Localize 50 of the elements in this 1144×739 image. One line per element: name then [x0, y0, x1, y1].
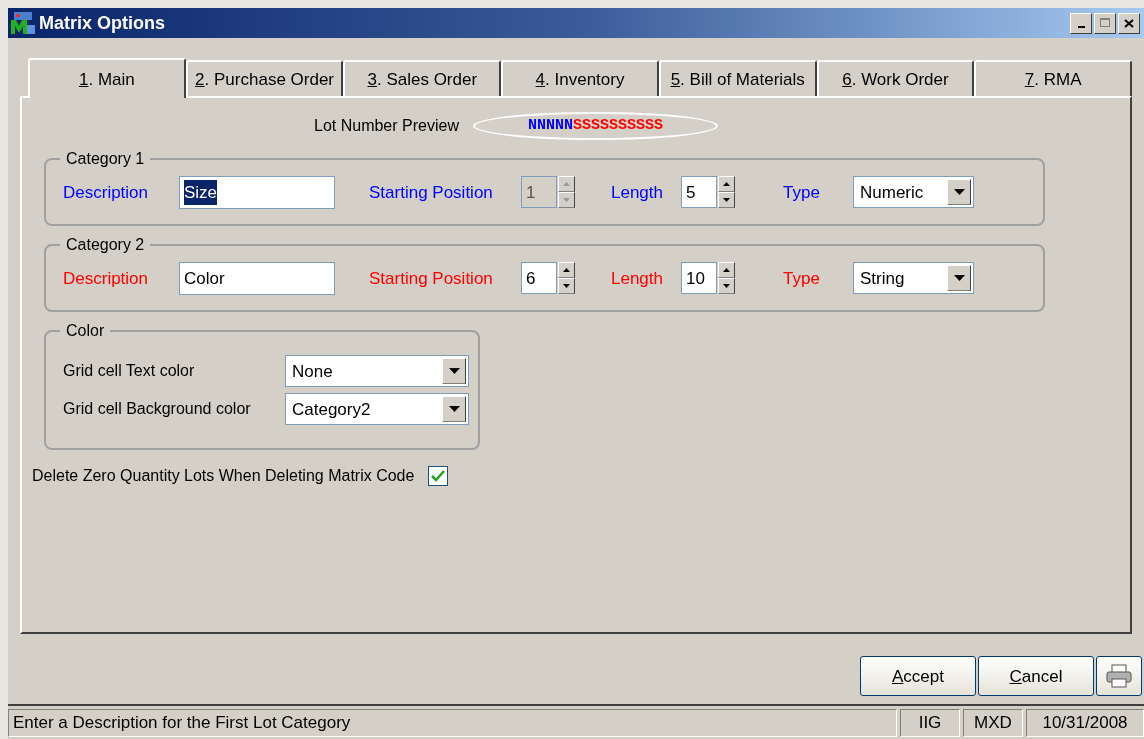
status-message: Enter a Description for the First Lot Category [8, 709, 897, 737]
maximize-button[interactable] [1094, 12, 1116, 34]
print-button[interactable] [1096, 656, 1142, 697]
dialog-button[interactable]: Cancel [978, 656, 1094, 697]
maximize-icon [1099, 18, 1111, 29]
close-button[interactable] [1118, 12, 1140, 34]
number-field[interactable]: 6 [521, 262, 557, 295]
field-label: Length [611, 267, 664, 290]
spin-buttons[interactable] [558, 262, 575, 295]
app-icon [10, 11, 36, 36]
dropdown[interactable]: None [285, 355, 469, 388]
tab[interactable]: 2. Purchase Order [185, 60, 344, 97]
field-label: Type [783, 181, 821, 204]
printer-icon [1106, 664, 1132, 689]
field-label: Length [611, 181, 664, 204]
field-label: Starting Position [369, 267, 494, 290]
close-icon [1124, 18, 1134, 28]
spin-buttons[interactable] [718, 176, 735, 209]
lot-number-preview: NNNNNSSSSSSSSSS [472, 112, 718, 141]
dropdown[interactable]: Category2 [285, 393, 469, 426]
tab[interactable]: 5. Bill of Materials [658, 60, 817, 97]
dropdown[interactable]: String [853, 262, 974, 295]
field-label: Type [783, 267, 821, 290]
field-label: Grid cell Background color [63, 399, 252, 420]
spin-buttons[interactable] [718, 262, 735, 295]
dropdown[interactable]: Numeric [853, 176, 974, 209]
field-label: Grid cell Text color [63, 361, 196, 382]
field-label: Starting Position [369, 181, 494, 204]
text-field[interactable]: Color [179, 261, 335, 295]
field-label: Description [63, 267, 150, 290]
tab[interactable]: 4. Inventory [501, 60, 659, 97]
tab[interactable]: 7. RMA [974, 60, 1133, 97]
number-field[interactable]: 5 [681, 176, 717, 209]
dialog-button[interactable]: Accept [860, 656, 976, 697]
status-panel: 10/31/2008 [1026, 709, 1144, 737]
spin-buttons[interactable] [558, 176, 575, 209]
window-title: Matrix Options [39, 11, 165, 35]
text-field[interactable]: Size [179, 175, 335, 209]
status-panel: IIG [900, 709, 960, 737]
checkbox[interactable] [428, 466, 449, 487]
tab[interactable]: 3. Sales Order [343, 60, 502, 97]
minimize-icon [1077, 25, 1085, 28]
minimize-button[interactable] [1070, 12, 1092, 34]
status-panel: MXD [963, 709, 1023, 737]
checkbox-label: Delete Zero Quantity Lots When Deleting Matrix Code [32, 466, 415, 487]
tab[interactable]: 6. Work Order [816, 60, 975, 97]
field-label: Description [63, 181, 150, 204]
tab[interactable]: 1. Main [28, 58, 186, 99]
preview-label: Lot Number Preview [314, 116, 459, 137]
number-field[interactable]: 10 [681, 262, 717, 295]
